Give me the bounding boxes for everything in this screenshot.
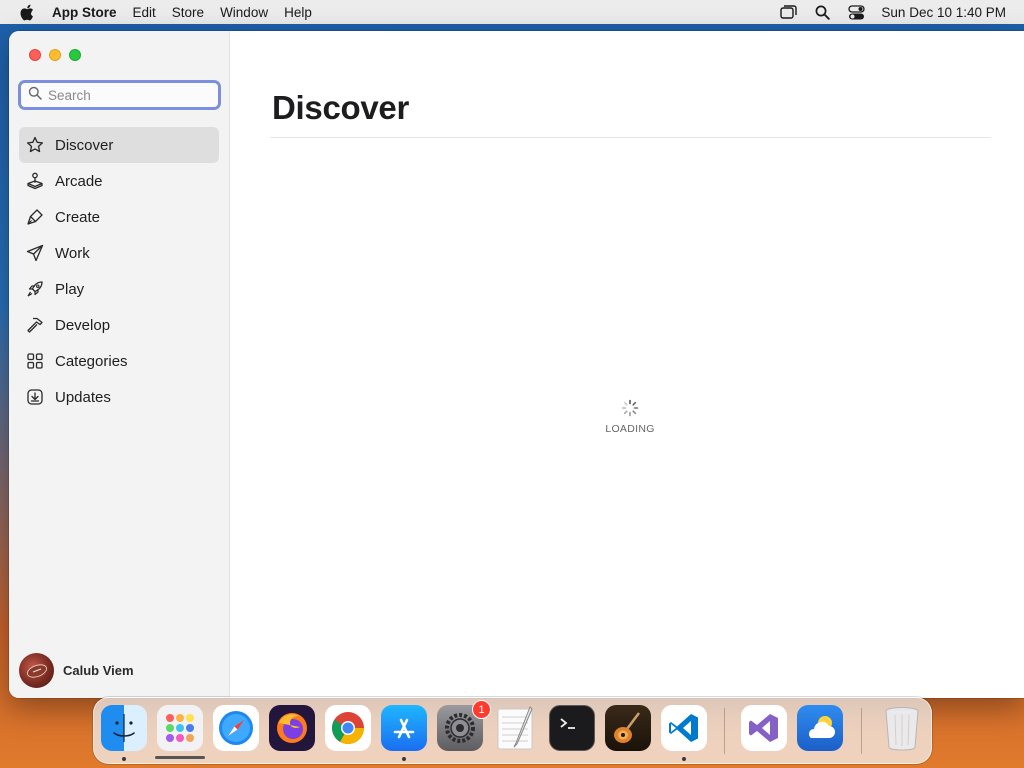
running-indicator	[402, 757, 406, 761]
launchpad-icon[interactable]	[157, 705, 203, 751]
weather-icon[interactable]	[797, 705, 843, 751]
account-button[interactable]: Calub Viem	[19, 653, 134, 688]
sidebar-item-play[interactable]: Play	[19, 271, 219, 307]
account-name: Calub Viem	[63, 663, 134, 678]
control-center-icon[interactable]	[839, 4, 873, 20]
page-title: Discover	[272, 89, 410, 126]
dock: 1	[93, 697, 932, 764]
sidebar-item-updates[interactable]: Updates	[19, 379, 219, 415]
rocket-icon	[25, 279, 45, 299]
sidebar: Discover Arcade Create Work	[9, 31, 230, 698]
search-field[interactable]	[18, 80, 221, 110]
dock-separator	[861, 708, 862, 754]
window-switcher-icon[interactable]	[771, 5, 805, 19]
maximize-window-button[interactable]	[69, 49, 81, 61]
sidebar-item-label: Updates	[55, 388, 111, 406]
download-icon	[25, 387, 45, 407]
spinner-icon	[621, 399, 639, 417]
menu-edit[interactable]: Edit	[125, 5, 164, 20]
title-divider	[270, 137, 991, 138]
chrome-icon[interactable]	[325, 705, 371, 751]
menu-clock[interactable]: Sun Dec 10 1:40 PM	[873, 5, 1006, 20]
menu-window[interactable]: Window	[212, 5, 276, 20]
apple-menu-icon[interactable]	[0, 4, 52, 21]
loading-label: LOADING	[605, 423, 655, 435]
window-controls	[29, 49, 81, 61]
loading-indicator: LOADING	[592, 399, 668, 435]
brush-icon	[25, 207, 45, 227]
sidebar-item-label: Play	[55, 280, 85, 298]
search-icon	[28, 86, 42, 105]
menu-app-name[interactable]: App Store	[52, 5, 125, 20]
notification-badge: 1	[472, 700, 491, 719]
sidebar-item-label: Create	[55, 208, 101, 226]
app-store-window: Discover Arcade Create Work	[9, 31, 1024, 698]
sidebar-item-work[interactable]: Work	[19, 235, 219, 271]
safari-icon[interactable]	[213, 705, 259, 751]
dock-separator	[724, 708, 725, 754]
sidebar-item-create[interactable]: Create	[19, 199, 219, 235]
sidebar-item-label: Arcade	[55, 172, 103, 190]
textedit-icon[interactable]	[493, 705, 539, 751]
search-input[interactable]	[48, 87, 208, 103]
avatar	[19, 653, 54, 688]
sidebar-item-categories[interactable]: Categories	[19, 343, 219, 379]
sidebar-item-label: Discover	[55, 136, 114, 154]
minimize-window-button[interactable]	[49, 49, 61, 61]
firefox-icon[interactable]	[269, 705, 315, 751]
star-icon	[25, 135, 45, 155]
sidebar-item-arcade[interactable]: Arcade	[19, 163, 219, 199]
system-settings-icon[interactable]: 1	[437, 700, 491, 751]
menu-help[interactable]: Help	[276, 5, 320, 20]
grid-icon	[25, 351, 45, 371]
sidebar-nav: Discover Arcade Create Work Play Develop…	[19, 127, 219, 415]
finder-icon[interactable]	[101, 705, 147, 751]
garageband-icon[interactable]	[605, 705, 651, 751]
sidebar-item-discover[interactable]: Discover	[19, 127, 219, 163]
hammer-icon	[25, 315, 45, 335]
spotlight-search-icon[interactable]	[805, 5, 839, 20]
sidebar-item-label: Work	[55, 244, 90, 262]
running-indicator	[682, 757, 686, 761]
dock-scroll-indicator	[155, 756, 205, 759]
sidebar-item-develop[interactable]: Develop	[19, 307, 219, 343]
paper-plane-icon	[25, 243, 45, 263]
joystick-icon	[25, 171, 45, 191]
vscode-icon[interactable]	[661, 705, 707, 751]
menu-bar: App Store Edit Store Window Help Sun Dec…	[0, 0, 1024, 24]
app-store-icon[interactable]	[381, 705, 427, 751]
visual-studio-icon[interactable]	[741, 705, 787, 751]
sidebar-item-label: Develop	[55, 316, 111, 334]
trash-icon[interactable]	[879, 705, 925, 751]
close-window-button[interactable]	[29, 49, 41, 61]
menu-store[interactable]: Store	[164, 5, 212, 20]
main-content: Discover LOADING	[230, 31, 1024, 698]
sidebar-item-label: Categories	[55, 352, 128, 370]
running-indicator	[122, 757, 126, 761]
terminal-icon[interactable]	[549, 705, 595, 751]
